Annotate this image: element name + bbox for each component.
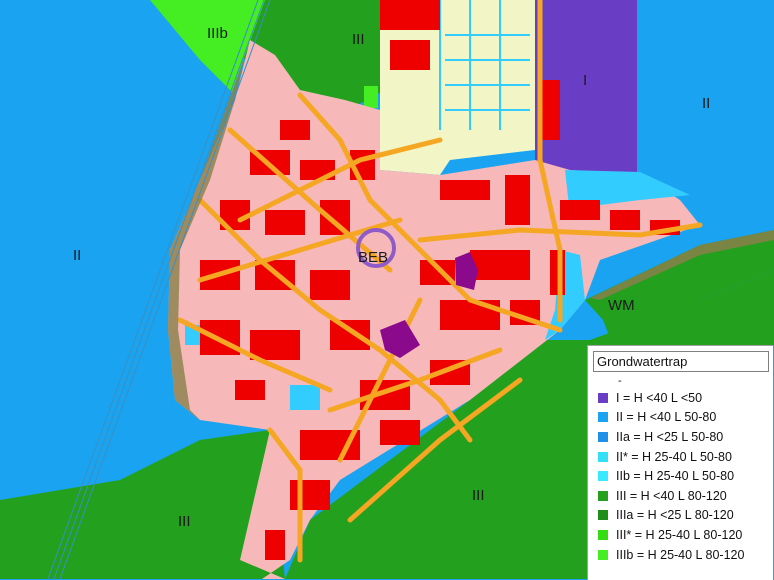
label-zone-II-left: II	[73, 247, 81, 264]
legend-item: III* = H 25-40 L 80-120	[588, 525, 773, 545]
label-WM: WM	[608, 297, 635, 314]
legend-label: III = H <40 L 80-120	[616, 488, 727, 503]
label-zone-III-bottom-left: III	[178, 513, 191, 530]
legend-item: I = H <40 L <50	[588, 388, 773, 408]
legend-swatch	[598, 549, 608, 560]
legend-label: II = H <40 L 50-80	[616, 410, 717, 425]
legend-label: II* = H 25-40 L 50-80	[616, 449, 732, 464]
legend-label: IIIb = H 25-40 L 80-120	[616, 547, 745, 562]
legend-item: II = H <40 L 50-80	[588, 408, 773, 428]
legend-item: IIa = H <25 L 50-80	[588, 427, 773, 447]
legend-item: IIIa = H <25 L 80-120	[588, 506, 773, 526]
legend-swatch	[598, 412, 608, 423]
legend-swatch	[598, 451, 608, 462]
legend-swatch	[598, 490, 608, 501]
legend-swatch	[598, 529, 608, 540]
label-zone-II-right: II	[702, 95, 710, 112]
legend-label: IIb = H 25-40 L 50-80	[616, 469, 735, 484]
legend-swatch	[598, 431, 608, 442]
legend-label: IIIa = H <25 L 80-120	[616, 508, 734, 523]
legend-swatch	[598, 510, 608, 521]
legend-item: IIb = H 25-40 L 50-80	[588, 466, 773, 486]
zone-IIIb-patch	[364, 86, 378, 108]
legend-swatch	[598, 471, 608, 482]
label-zone-III-top: III	[352, 31, 365, 48]
pond-1	[290, 385, 320, 410]
legend-item: III = H <40 L 80-120	[588, 486, 773, 506]
legend-item: II* = H 25-40 L 50-80	[588, 447, 773, 467]
label-zone-I: I	[583, 72, 587, 89]
legend-label: I = H <40 L <50	[616, 390, 703, 405]
legend-dash: -	[618, 375, 622, 387]
legend-swatch	[598, 392, 608, 403]
label-zone-III-bottom-center: III	[472, 487, 485, 504]
label-BEB: BEB	[358, 249, 388, 266]
legend-items: I = H <40 L <50 II = H <40 L 50-80 IIa = H…	[588, 388, 773, 564]
legend-panel: Grondwatertrap - I = H <40 L <50 II = H <…	[587, 345, 773, 580]
legend-label: IIa = H <25 L 50-80	[616, 429, 724, 444]
legend-label: III* = H 25-40 L 80-120	[616, 527, 743, 542]
legend-title: Grondwatertrap	[593, 351, 769, 372]
legend-item: IIIb = H 25-40 L 80-120	[588, 545, 773, 565]
label-zone-IIIb: IIIb	[207, 25, 228, 42]
